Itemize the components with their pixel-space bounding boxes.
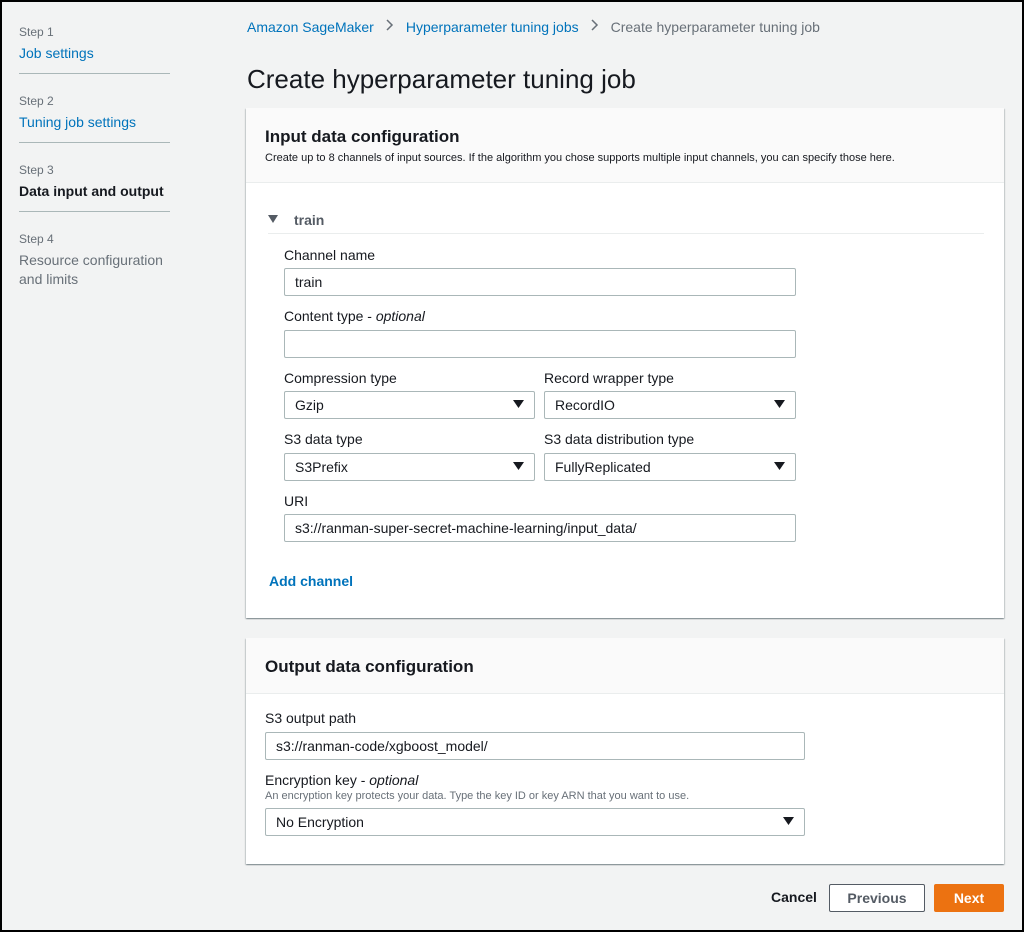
step-number: Step 3 (19, 163, 54, 177)
previous-button[interactable]: Previous (829, 884, 925, 912)
step-2: Step 2 Tuning job settings (19, 91, 170, 143)
step-1: Step 1 Job settings (19, 22, 170, 74)
uri-label: URI (284, 493, 309, 509)
caret-down-icon (774, 399, 785, 411)
step-disabled-resource-config: Resource configuration and limits (19, 252, 163, 287)
encryption-key-hint: An encryption key protects your data. Ty… (265, 790, 690, 802)
panel-title: Input data configuration (265, 127, 460, 146)
step-link-job-settings[interactable]: Job settings (19, 44, 170, 63)
chevron-right-icon (591, 18, 599, 35)
select-value: S3Prefix (295, 459, 348, 475)
add-channel-link[interactable]: Add channel (269, 573, 353, 589)
encryption-key-select[interactable]: No Encryption (265, 808, 805, 836)
caret-down-icon (774, 461, 785, 473)
panel-header: Output data configuration (246, 638, 1004, 694)
select-value: Gzip (295, 397, 324, 413)
record-wrapper-label: Record wrapper type (544, 370, 674, 386)
caret-down-icon (513, 399, 524, 411)
next-button[interactable]: Next (934, 884, 1004, 912)
step-current-data-input-output: Data input and output (19, 183, 164, 199)
breadcrumb: Amazon SageMaker Hyperparameter tuning j… (247, 18, 820, 35)
caret-down-icon (783, 816, 794, 828)
channel-title: train (294, 211, 325, 228)
channel-name-label: Channel name (284, 247, 376, 263)
s3-data-type-label: S3 data type (284, 431, 363, 447)
breadcrumb-sagemaker[interactable]: Amazon SageMaker (247, 19, 374, 35)
page-title: Create hyperparameter tuning job (247, 64, 636, 94)
compression-type-select[interactable]: Gzip (284, 391, 535, 419)
breadcrumb-current: Create hyperparameter tuning job (610, 18, 820, 35)
optional-tag: optional (375, 308, 425, 324)
channel-name-input[interactable] (284, 268, 796, 296)
input-data-configuration-panel: Input data configuration Create up to 8 … (246, 108, 1004, 618)
s3-distribution-select[interactable]: FullyReplicated (544, 453, 796, 481)
s3-output-path-label: S3 output path (265, 710, 357, 726)
step-number: Step 4 (19, 232, 54, 246)
step-number: Step 1 (19, 25, 54, 39)
caret-down-icon (268, 214, 278, 226)
step-3: Step 3 Data input and output (19, 160, 170, 212)
panel-description: Create up to 8 channels of input sources… (265, 152, 895, 164)
content-type-input[interactable] (284, 330, 796, 358)
content-type-label: Content type - optional (284, 308, 425, 324)
s3-data-type-select[interactable]: S3Prefix (284, 453, 535, 481)
record-wrapper-select[interactable]: RecordIO (544, 391, 796, 419)
s3-output-path-input[interactable] (265, 732, 805, 760)
step-4: Step 4 Resource configuration and limits (19, 229, 170, 299)
step-link-tuning-job-settings[interactable]: Tuning job settings (19, 113, 170, 132)
output-data-configuration-panel: Output data configuration S3 output path… (246, 638, 1004, 864)
caret-down-icon (513, 461, 524, 473)
encryption-key-label-text: Encryption key - (265, 772, 366, 788)
chevron-right-icon (386, 18, 394, 35)
panel-header: Input data configuration Create up to 8 … (246, 108, 1004, 183)
s3-distribution-label: S3 data distribution type (544, 431, 695, 447)
wizard-steps: Step 1 Job settings Step 2 Tuning job se… (19, 22, 170, 316)
compression-type-label: Compression type (284, 370, 397, 386)
select-value: No Encryption (276, 814, 364, 830)
channel-expander-train[interactable]: train (268, 206, 984, 234)
cancel-button[interactable]: Cancel (771, 889, 817, 905)
select-value: RecordIO (555, 397, 615, 413)
step-number: Step 2 (19, 94, 54, 108)
panel-title: Output data configuration (265, 657, 474, 676)
select-value: FullyReplicated (555, 459, 651, 475)
encryption-key-label: Encryption key - optional (265, 772, 418, 788)
content-type-label-text: Content type - (284, 308, 372, 324)
uri-input[interactable] (284, 514, 796, 542)
breadcrumb-tuning-jobs[interactable]: Hyperparameter tuning jobs (406, 19, 579, 35)
optional-tag: optional (369, 772, 419, 788)
